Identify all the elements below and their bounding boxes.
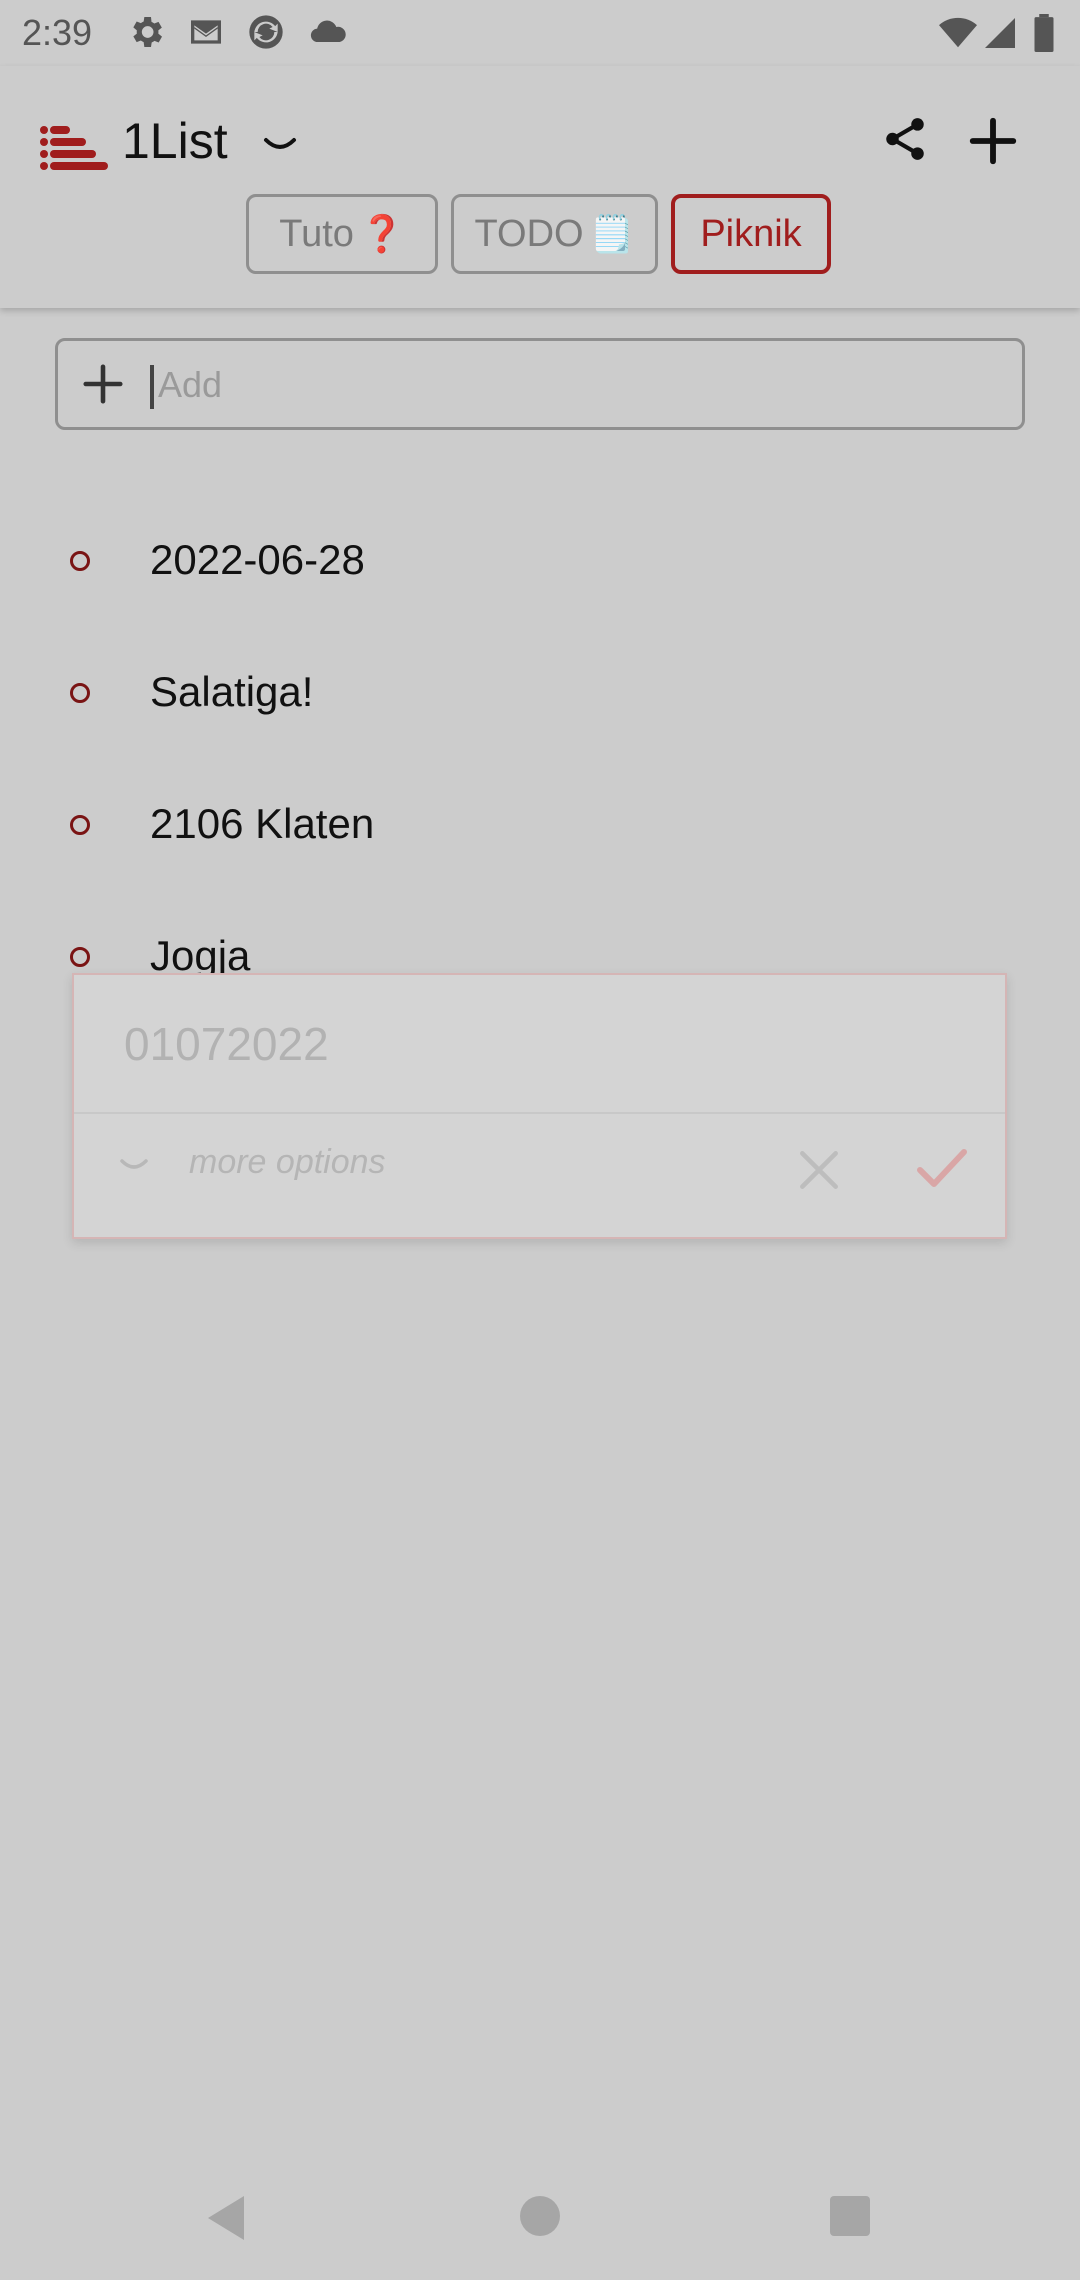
- edit-item-popup: 01072022 more options: [72, 973, 1007, 1239]
- list-item[interactable]: 2022-06-28: [0, 520, 1080, 610]
- item-text[interactable]: Salatiga!: [150, 668, 313, 716]
- bullet-icon[interactable]: [70, 947, 90, 967]
- list-logo-icon[interactable]: [40, 126, 108, 170]
- tab-label: Tuto: [279, 212, 354, 255]
- tab-todo[interactable]: TODO 🗒️: [451, 194, 658, 274]
- settings-icon: [133, 17, 162, 47]
- tab-tuto[interactable]: Tuto ❓: [246, 194, 438, 274]
- item-text[interactable]: 2022-06-28: [150, 536, 365, 584]
- chevron-down-icon[interactable]: [116, 1153, 152, 1179]
- item-text[interactable]: 2106 Klaten: [150, 800, 374, 848]
- tab-label: Piknik: [700, 212, 802, 255]
- chevron-down-icon[interactable]: [262, 130, 298, 160]
- battery-icon: [1034, 14, 1054, 52]
- add-item-input[interactable]: [158, 355, 998, 415]
- back-icon[interactable]: [204, 2192, 248, 2244]
- question-mark-icon: ❓: [359, 213, 405, 254]
- bullet-icon[interactable]: [70, 683, 90, 703]
- tab-piknik[interactable]: Piknik: [671, 194, 831, 274]
- plus-icon[interactable]: [966, 114, 1020, 168]
- list-item[interactable]: Salatiga!: [0, 652, 1080, 742]
- cloud-icon: [310, 20, 346, 43]
- app-bar: 1List Tuto ❓ TODO 🗒️ Piknik: [0, 66, 1080, 308]
- bullet-icon[interactable]: [70, 815, 90, 835]
- checkmark-icon[interactable]: [914, 1143, 970, 1193]
- text-caret: [150, 365, 154, 409]
- add-item-field[interactable]: [55, 338, 1025, 430]
- list-tabs: Tuto ❓ TODO 🗒️ Piknik: [0, 194, 1080, 276]
- recents-icon[interactable]: [830, 2196, 870, 2236]
- share-icon[interactable]: [880, 114, 930, 164]
- close-icon[interactable]: [794, 1145, 844, 1195]
- edit-item-input[interactable]: 01072022: [124, 1017, 329, 1071]
- status-time: 2:39: [22, 12, 93, 53]
- more-options-link[interactable]: more options: [189, 1143, 386, 1182]
- wifi-icon: [939, 17, 977, 48]
- app-title[interactable]: 1List: [122, 112, 228, 170]
- notepad-icon: 🗒️: [589, 213, 635, 254]
- add-plus-icon[interactable]: [80, 361, 126, 407]
- divider: [74, 1112, 1005, 1114]
- gmail-icon: [191, 20, 221, 44]
- sync-app-icon: [249, 15, 283, 49]
- bullet-icon[interactable]: [70, 551, 90, 571]
- list-item[interactable]: 2106 Klaten: [0, 784, 1080, 874]
- status-bar: 2:39: [0, 0, 1080, 66]
- tab-label: TODO: [474, 212, 584, 255]
- system-nav-bar: [0, 2160, 1080, 2280]
- home-icon[interactable]: [520, 2196, 560, 2236]
- signal-icon: [985, 18, 1015, 48]
